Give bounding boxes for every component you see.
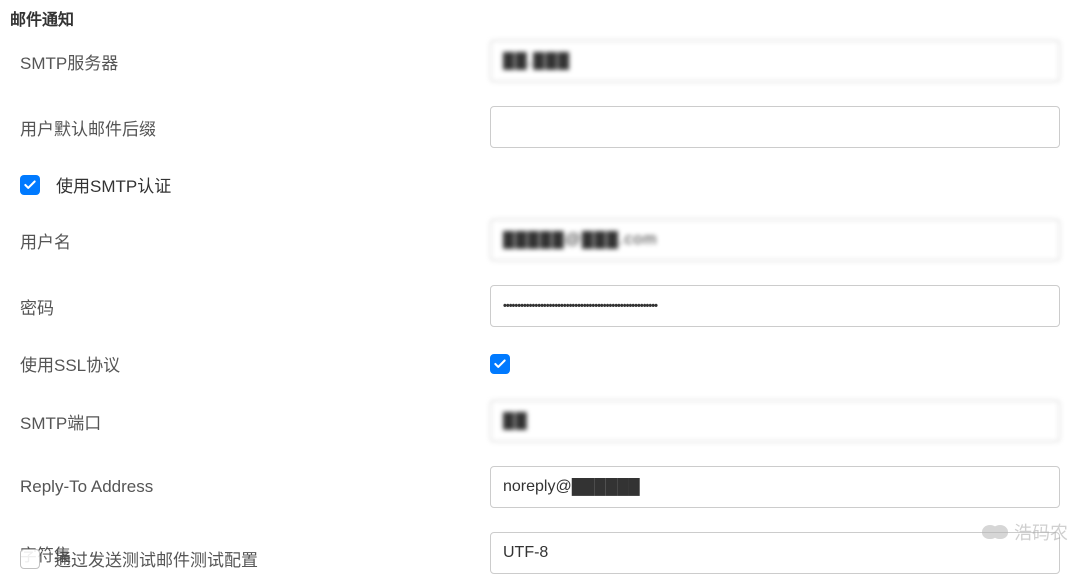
smtp-port-row: SMTP端口 — [20, 400, 1060, 442]
test-email-checkbox[interactable] — [20, 549, 40, 569]
ssl-label: 使用SSL协议 — [20, 351, 490, 376]
watermark-text: 浩码农 — [1014, 519, 1068, 545]
test-email-label: 通过发送测试邮件测试配置 — [54, 546, 258, 571]
watermark: 浩码农 — [982, 519, 1068, 545]
password-row: 密码 — [20, 285, 1060, 327]
reply-to-row: Reply-To Address — [20, 466, 1060, 508]
test-email-row: 通过发送测试邮件测试配置 — [20, 546, 258, 571]
wechat-icon — [982, 521, 1008, 543]
smtp-auth-checkbox[interactable] — [20, 175, 40, 195]
password-label: 密码 — [20, 294, 490, 319]
username-label: 用户名 — [20, 228, 490, 253]
smtp-auth-label: 使用SMTP认证 — [56, 172, 171, 197]
password-input[interactable] — [490, 285, 1060, 327]
check-icon — [493, 357, 507, 371]
charset-input[interactable] — [490, 532, 1060, 574]
check-icon — [23, 178, 37, 192]
smtp-port-label: SMTP端口 — [20, 409, 490, 434]
ssl-checkbox[interactable] — [490, 354, 510, 374]
smtp-port-input[interactable] — [490, 400, 1060, 442]
default-suffix-label: 用户默认邮件后缀 — [20, 115, 490, 140]
smtp-auth-checkbox-wrapper[interactable]: 使用SMTP认证 — [20, 172, 171, 197]
reply-to-input[interactable] — [490, 466, 1060, 508]
default-suffix-row: 用户默认邮件后缀 — [20, 106, 1060, 148]
reply-to-label: Reply-To Address — [20, 477, 490, 497]
username-input[interactable] — [490, 219, 1060, 261]
smtp-server-row: SMTP服务器 — [20, 40, 1060, 82]
section-title: 邮件通知 — [0, 0, 1080, 40]
smtp-server-label: SMTP服务器 — [20, 49, 490, 74]
email-notification-form: SMTP服务器 用户默认邮件后缀 使用SMTP认证 用户名 密码 使用SSL协议 — [0, 40, 1080, 574]
smtp-server-input[interactable] — [490, 40, 1060, 82]
ssl-row: 使用SSL协议 — [20, 351, 1060, 376]
smtp-auth-row: 使用SMTP认证 — [20, 172, 1060, 197]
username-row: 用户名 — [20, 219, 1060, 261]
default-suffix-input[interactable] — [490, 106, 1060, 148]
